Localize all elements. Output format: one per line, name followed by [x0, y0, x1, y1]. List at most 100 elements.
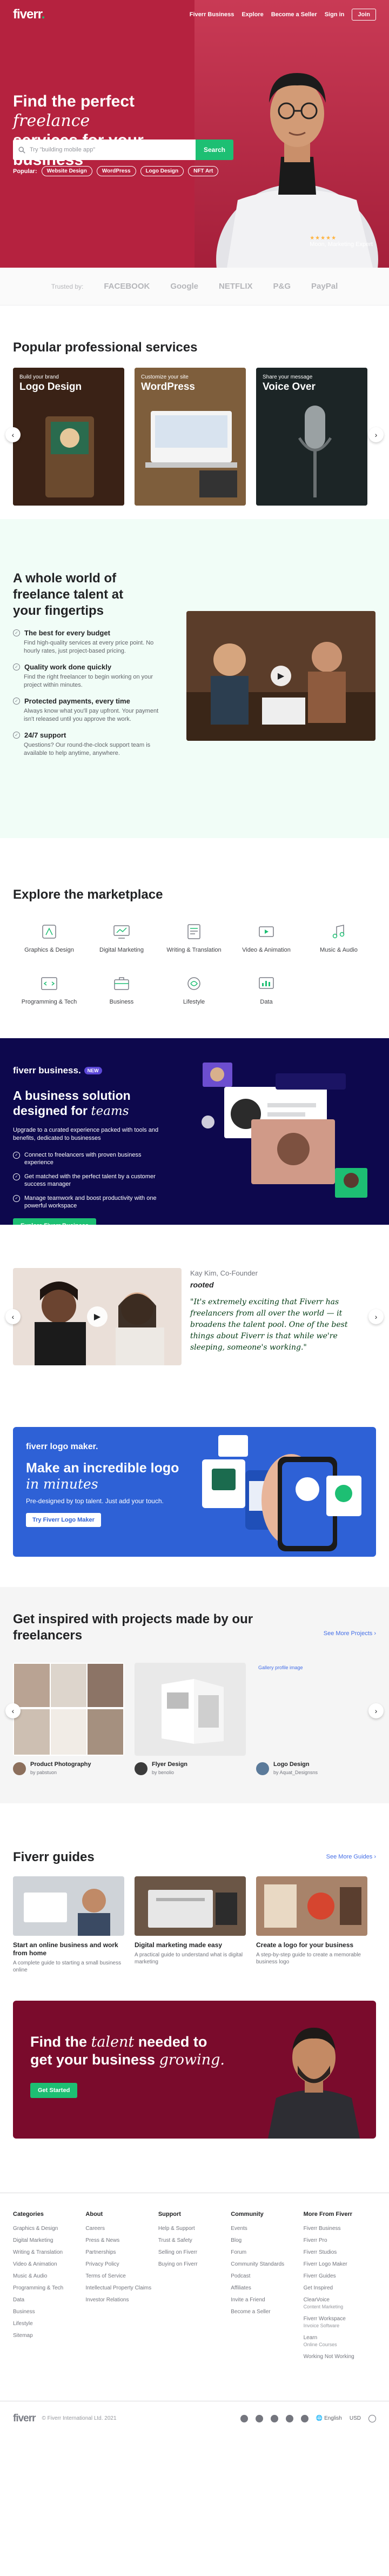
footer-link[interactable]: Sitemap	[13, 2332, 85, 2339]
linkedin-icon[interactable]	[270, 2414, 278, 2422]
category-programming-tech[interactable]: Programming & Tech	[13, 974, 85, 1005]
section-title-explore: Explore the marketplace	[13, 887, 163, 902]
footer-link[interactable]: Terms of Service	[85, 2273, 158, 2280]
guide-photo-digital-marketing	[135, 1876, 246, 1936]
category-digital-marketing[interactable]: Digital Marketing	[85, 922, 158, 953]
popular-tag-wordpress[interactable]: WordPress	[96, 166, 136, 176]
twitter-icon[interactable]	[240, 2414, 248, 2422]
join-button[interactable]: Join	[352, 9, 376, 21]
footer-link[interactable]: Privacy Policy	[85, 2261, 158, 2268]
footer-link[interactable]: Press & News	[85, 2237, 158, 2244]
carousel-next-arrow[interactable]: ›	[368, 427, 384, 442]
footer-link[interactable]: Careers	[85, 2225, 158, 2232]
footer-link[interactable]: Fiverr Logo Maker	[304, 2261, 376, 2268]
footer-link[interactable]: Partnerships	[85, 2249, 158, 2256]
footer-link[interactable]: Lifestyle	[13, 2320, 85, 2327]
footer-link[interactable]: Trust & Safety	[158, 2237, 231, 2244]
category-lifestyle[interactable]: Lifestyle	[158, 974, 230, 1005]
footer-fiverr-logo[interactable]: fiverr	[13, 2413, 36, 2425]
footer-link[interactable]: Buying on Fiverr	[158, 2261, 231, 2268]
check-circle-icon: ✓	[13, 629, 20, 636]
video-animation-icon	[259, 926, 274, 937]
footer-link[interactable]: Data	[13, 2296, 85, 2303]
nav-link-sign-in[interactable]: Sign in	[325, 11, 345, 18]
footer-link[interactable]: Get Inspired	[304, 2285, 376, 2292]
nav-link-business[interactable]: Fiverr Business	[190, 11, 234, 18]
popular-tag-nft-art[interactable]: NFT Art	[188, 166, 219, 176]
footer-link[interactable]: Invite a Friend	[231, 2296, 303, 2303]
try-logo-maker-button[interactable]: Try Fiverr Logo Maker	[26, 1513, 101, 1527]
footer-link[interactable]: Podcast	[231, 2273, 303, 2280]
footer-link[interactable]: Fiverr Pro	[304, 2237, 376, 2244]
nav-link-become-seller[interactable]: Become a Seller	[271, 11, 317, 18]
testimonial-next-arrow[interactable]: ›	[368, 1309, 384, 1324]
footer-link[interactable]: Working Not Working	[304, 2353, 376, 2360]
project-card[interactable]: Flyer Design by benolio	[135, 1663, 246, 1776]
footer-link[interactable]: Writing & Translation	[13, 2249, 85, 2256]
footer-link[interactable]: Music & Audio	[13, 2273, 85, 2280]
footer-link[interactable]: Learn Online Courses	[304, 2334, 376, 2348]
accessibility-icon[interactable]	[368, 2414, 376, 2422]
guide-card[interactable]: Digital marketing made easy A practical …	[135, 1876, 246, 1974]
footer-link[interactable]: Fiverr Guides	[304, 2273, 376, 2280]
footer-link[interactable]: Become a Seller	[231, 2308, 303, 2315]
footer-link[interactable]: Programming & Tech	[13, 2285, 85, 2292]
footer-link[interactable]: Events	[231, 2225, 303, 2232]
footer-link[interactable]: Affiliates	[231, 2285, 303, 2292]
guide-card[interactable]: Start an online business and work from h…	[13, 1876, 124, 1974]
projects-next-arrow[interactable]: ›	[368, 1703, 384, 1718]
footer-link[interactable]: Fiverr Studios	[304, 2249, 376, 2256]
footer-link-label: Become a Seller	[231, 2309, 271, 2315]
service-card-voice-over[interactable]: Share your message Voice Over	[256, 368, 367, 506]
popular-tag-logo-design[interactable]: Logo Design	[140, 166, 184, 176]
footer-link[interactable]: Digital Marketing	[13, 2237, 85, 2244]
fiverr-logo[interactable]: fiverr.	[13, 7, 45, 22]
language-selector[interactable]: 🌐 English	[316, 2415, 342, 2421]
testimonial-prev-arrow[interactable]: ‹	[5, 1309, 21, 1324]
footer-link[interactable]: Graphics & Design	[13, 2225, 85, 2232]
project-card[interactable]: Product Photography by pabstuon	[13, 1663, 124, 1776]
category-graphics-design[interactable]: Graphics & Design	[13, 922, 85, 953]
footer-columns: Categories Graphics & Design Digital Marke…	[13, 2211, 376, 2365]
footer-link[interactable]: ClearVoice Content Marketing	[304, 2296, 376, 2311]
category-data[interactable]: Data	[230, 974, 303, 1005]
testimonial-video[interactable]: ▶	[13, 1268, 182, 1365]
play-button[interactable]: ▶	[271, 666, 291, 686]
footer-link[interactable]: Video & Animation	[13, 2261, 85, 2268]
footer-link[interactable]: Fiverr Business	[304, 2225, 376, 2232]
footer-link[interactable]: Community Standards	[231, 2261, 303, 2268]
category-music-audio[interactable]: Music & Audio	[303, 922, 375, 953]
footer-link[interactable]: Intellectual Property Claims	[85, 2285, 158, 2292]
projects-prev-arrow[interactable]: ‹	[5, 1703, 21, 1718]
category-business[interactable]: Business	[85, 974, 158, 1005]
nav-link-explore[interactable]: Explore	[242, 11, 263, 18]
footer-link[interactable]: Blog	[231, 2237, 303, 2244]
search-input[interactable]: Try "building mobile app"	[13, 140, 196, 160]
service-card-logo-design[interactable]: Build your brand Logo Design	[13, 368, 124, 506]
pinterest-icon[interactable]	[285, 2414, 293, 2422]
category-writing-translation[interactable]: Writing & Translation	[158, 922, 230, 953]
footer-link[interactable]: Investor Relations	[85, 2296, 158, 2303]
footer-link[interactable]: Forum	[231, 2249, 303, 2256]
footer-link[interactable]: Help & Support	[158, 2225, 231, 2232]
get-started-button[interactable]: Get Started	[30, 2083, 78, 2098]
footer-link[interactable]: Fiverr Workspace Invoice Software	[304, 2315, 376, 2329]
play-button[interactable]: ▶	[87, 1306, 108, 1327]
popular-tag-website-design[interactable]: Website Design	[41, 166, 92, 176]
search-button[interactable]: Search	[196, 140, 233, 160]
explore-business-button[interactable]: Explore Fiverr Business	[13, 1218, 96, 1225]
footer-link[interactable]: Selling on Fiverr	[158, 2249, 231, 2256]
guide-card[interactable]: Create a logo for your business A step-b…	[256, 1876, 367, 1974]
currency-selector[interactable]: USD	[350, 2415, 361, 2421]
instagram-icon[interactable]	[300, 2414, 308, 2422]
service-card-wordpress[interactable]: Customize your site WordPress	[135, 368, 246, 506]
footer-link-label: Help & Support	[158, 2226, 195, 2232]
see-more-projects-link[interactable]: See More Projects ›	[324, 1630, 376, 1637]
footer-link[interactable]: Business	[13, 2308, 85, 2315]
world-video[interactable]: ▶	[186, 611, 375, 741]
see-more-guides-link[interactable]: See More Guides ›	[326, 1854, 376, 1860]
facebook-icon[interactable]	[255, 2414, 263, 2422]
project-card[interactable]: Gallery profile image Logo Design by Aqua…	[256, 1663, 367, 1776]
carousel-prev-arrow[interactable]: ‹	[5, 427, 21, 442]
category-video-animation[interactable]: Video & Animation	[230, 922, 303, 953]
